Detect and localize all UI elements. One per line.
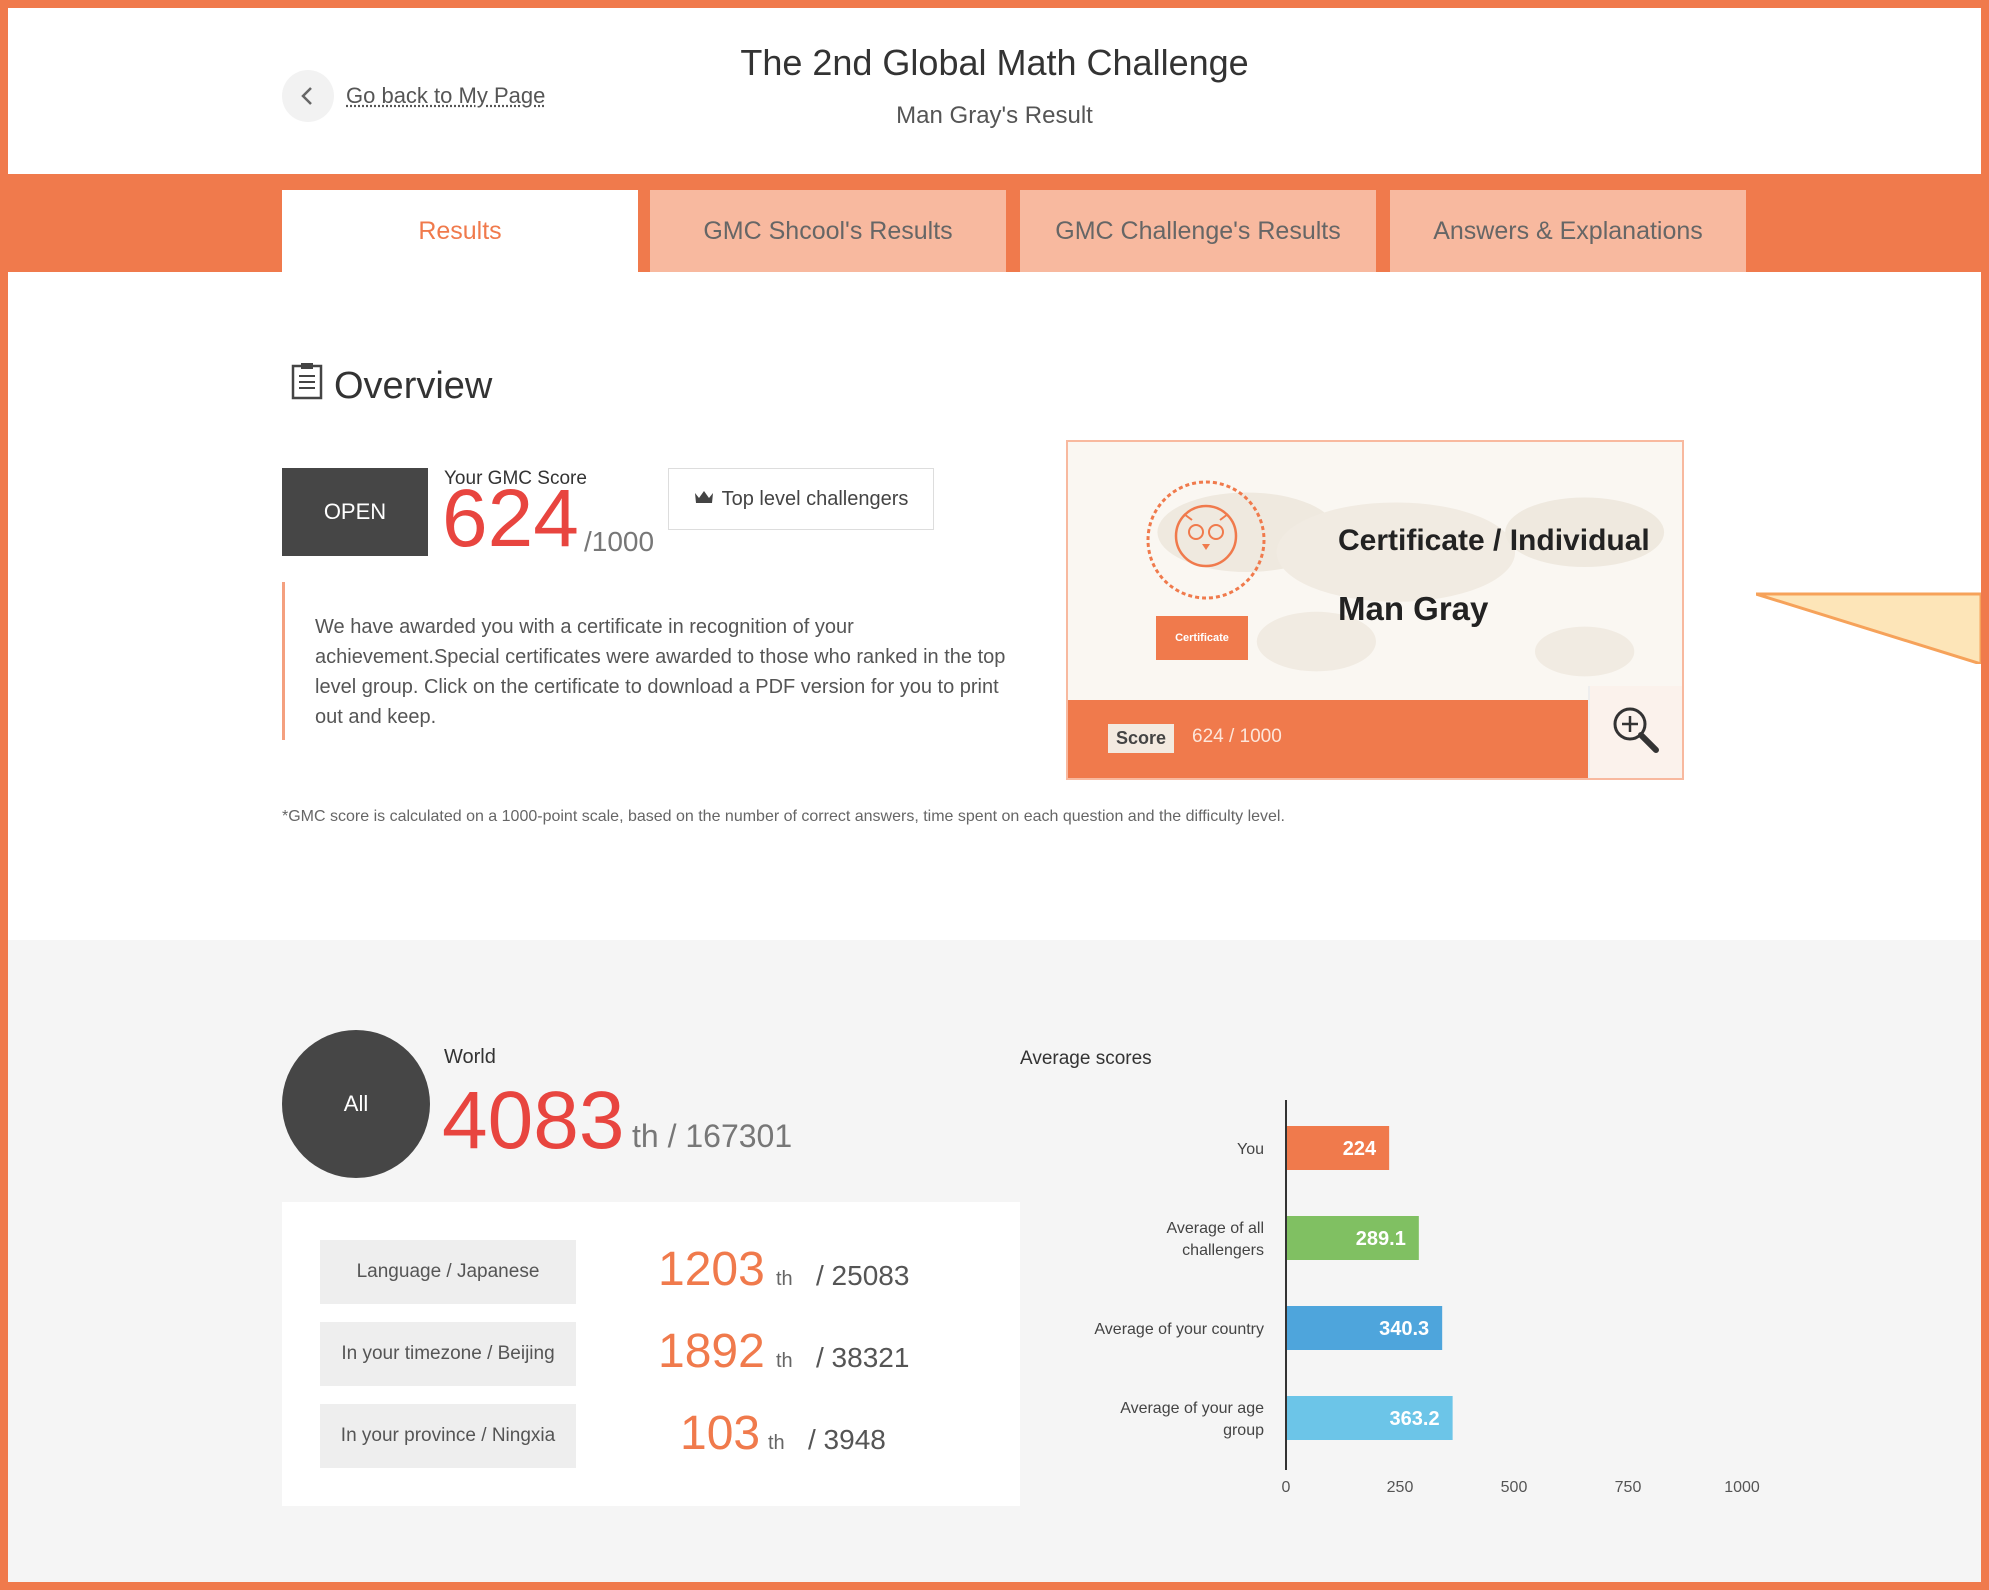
chart-tick-label: 250 [1387, 1479, 1414, 1496]
rank-row-label: Language / Japanese [320, 1240, 576, 1304]
chart-tick-label: 1000 [1724, 1479, 1760, 1496]
owl-seal [1136, 470, 1276, 610]
tab-challenge-results[interactable]: GMC Challenge's Results [1020, 190, 1376, 272]
tab-bar: Results GMC Shcool's Results GMC Challen… [8, 174, 1981, 272]
certificate-title: Certificate / Individual [1338, 524, 1650, 557]
tab-answers-explanations[interactable]: Answers & Explanations [1390, 190, 1746, 272]
chart-category-label: Average of your age [1120, 1400, 1264, 1417]
rank-panel: Language / Japanese 1203 th / 25083 In y… [282, 1202, 1020, 1506]
gmc-score: 624 [442, 473, 579, 564]
overview-title: Overview [334, 364, 493, 407]
overview-heading: Overview [290, 362, 492, 410]
rank-row-language: Language / Japanese 1203 th / 25083 [320, 1240, 980, 1304]
rank-row-th: th [768, 1432, 785, 1454]
certificate-ribbon: Certificate [1156, 616, 1248, 660]
chart-category-label: Average of all [1166, 1220, 1264, 1237]
rank-row-label: In your timezone / Beijing [320, 1322, 576, 1386]
rank-row-value: 103 [680, 1407, 761, 1460]
rank-row-timezone: In your timezone / Beijing 1892 th / 383… [320, 1322, 980, 1386]
top-level-label: Top level challengers [721, 487, 909, 510]
page-header: Go back to My Page The 2nd Global Math C… [8, 8, 1981, 174]
top-level-challengers-button[interactable]: Top level challengers [668, 468, 934, 530]
world-rank: 4083 [442, 1075, 625, 1166]
chart-data-label: 340.3 [1379, 1318, 1429, 1340]
tab-results[interactable]: Results [282, 190, 638, 272]
open-badge: OPEN [282, 468, 428, 556]
chart-category-label: Average of your country [1094, 1321, 1264, 1338]
tab-school-results[interactable]: GMC Shcool's Results [650, 190, 1006, 272]
clipboard-icon [290, 362, 324, 410]
decorative-arrow [1756, 592, 1981, 664]
page-subtitle: Man Gray's Result [896, 102, 1093, 129]
chart-title: Average scores [1020, 1048, 1152, 1069]
rank-row-th: th [776, 1350, 793, 1372]
chart-tick-label: 0 [1282, 1479, 1291, 1496]
ribbon-label: Certificate [1175, 632, 1229, 644]
certificate-card[interactable]: Certificate Certificate / Individual Man… [1066, 440, 1684, 780]
rank-row-total: / 3948 [808, 1424, 886, 1455]
chart-tick-label: 750 [1615, 1479, 1642, 1496]
certificate-name: Man Gray [1338, 590, 1489, 627]
chart-data-label: 224 [1343, 1138, 1377, 1160]
description-text: We have awarded you with a certificate i… [315, 616, 1006, 728]
chart-category-label: You [1237, 1141, 1264, 1158]
zoom-in-icon [1608, 702, 1664, 763]
crown-icon [694, 488, 714, 511]
rank-row-total: / 38321 [816, 1342, 910, 1373]
rank-row-label: In your province / Ningxia [320, 1404, 576, 1468]
certificate-score-tag: Score [1108, 724, 1175, 753]
world-rank-suffix: th / 167301 [632, 1118, 793, 1154]
rank-row-value: 1892 [658, 1325, 765, 1378]
rank-row-total: / 25083 [816, 1260, 910, 1291]
average-scores-chart: 224 You 289.1 Average of all challengers 340.… [1094, 1100, 1760, 1496]
page-title: The 2nd Global Math Challenge [740, 42, 1249, 83]
score-footnote: *GMC score is calculated on a 1000-point… [282, 808, 1285, 825]
world-label: World [444, 1046, 496, 1068]
all-filter-button[interactable]: All [282, 1030, 430, 1178]
rank-row-th: th [776, 1268, 793, 1290]
chart-tick-label: 500 [1501, 1479, 1528, 1496]
rank-row-province: In your province / Ningxia 103 th / 3948 [320, 1404, 980, 1468]
chart-data-label: 363.2 [1390, 1408, 1440, 1430]
rank-row-value: 1203 [658, 1243, 765, 1296]
zoom-in-button[interactable] [1588, 686, 1682, 778]
chart-category-label: group [1223, 1422, 1264, 1439]
certificate-score-value: 624 / 1000 [1192, 726, 1282, 747]
chart-category-label: challengers [1182, 1242, 1264, 1259]
gmc-score-max: /1000 [584, 526, 655, 557]
chart-data-label: 289.1 [1356, 1228, 1406, 1250]
certificate-description: We have awarded you with a certificate i… [282, 582, 1022, 740]
